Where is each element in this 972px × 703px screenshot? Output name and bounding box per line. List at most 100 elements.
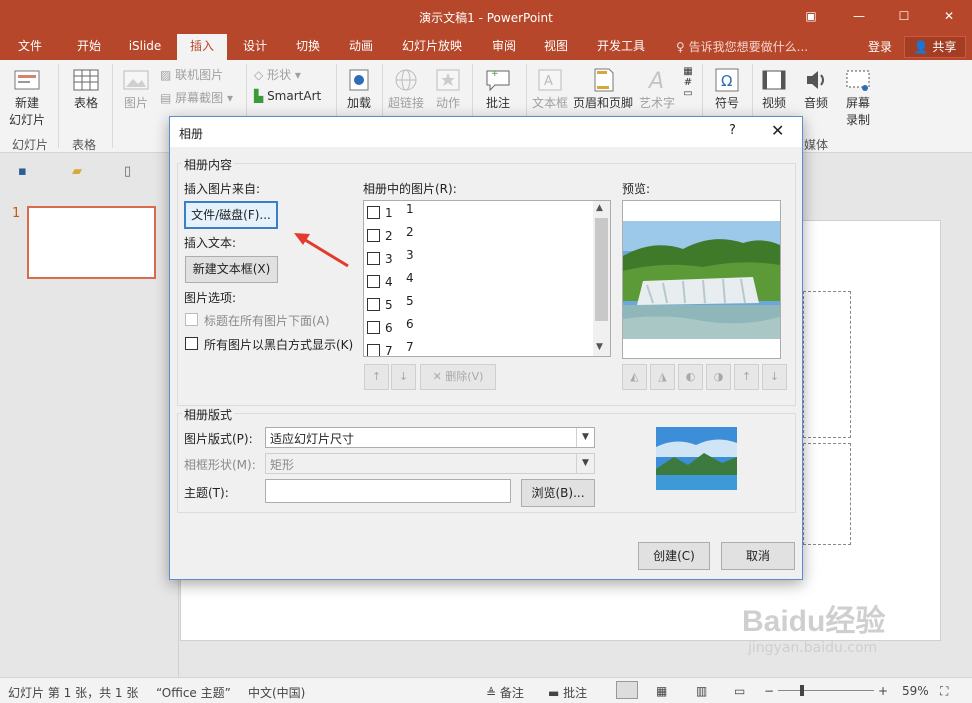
- tell-me-search[interactable]: ♀ 告诉我您想要做什么...: [676, 38, 808, 55]
- list-item-checkbox[interactable]: [367, 206, 380, 219]
- tab-slideshow[interactable]: 幻灯片放映: [394, 34, 470, 60]
- list-item-checkbox[interactable]: [367, 252, 380, 265]
- tab-home[interactable]: 开始: [64, 34, 114, 60]
- object-icon[interactable]: ▭: [680, 88, 696, 99]
- symbol-button[interactable]: Ω 符号: [708, 66, 746, 111]
- open-folder-icon[interactable]: ▰: [72, 164, 82, 179]
- comment-button[interactable]: + 批注: [476, 66, 520, 111]
- screenshot-button[interactable]: ▤ 屏幕截图 ▾: [160, 89, 233, 106]
- brightness-down-icon[interactable]: ↓: [762, 364, 787, 390]
- create-button[interactable]: 创建(C): [638, 542, 710, 570]
- slide-thumbnail[interactable]: [27, 206, 156, 279]
- login-link[interactable]: 登录: [868, 38, 892, 55]
- tab-animations[interactable]: 动画: [337, 34, 385, 60]
- move-up-button[interactable]: ↑: [364, 364, 389, 390]
- minimize-button[interactable]: —: [848, 6, 870, 26]
- tab-islide[interactable]: iSlide: [120, 34, 170, 60]
- maximize-button[interactable]: ☐: [893, 6, 915, 26]
- move-down-button[interactable]: ↓: [391, 364, 416, 390]
- list-item[interactable]: 4 4: [364, 270, 594, 293]
- list-item-checkbox[interactable]: [367, 229, 380, 242]
- list-item[interactable]: 1 1: [364, 201, 594, 224]
- slide-sorter-icon[interactable]: ▦: [656, 684, 667, 698]
- date-time-icon[interactable]: ▦: [680, 66, 696, 77]
- smartart-button[interactable]: ▙ SmartArt: [254, 89, 321, 103]
- list-item[interactable]: 5 5: [364, 293, 594, 316]
- textbox-button[interactable]: A 文本框: [530, 66, 570, 111]
- list-item-checkbox[interactable]: [367, 344, 380, 356]
- online-pictures-button[interactable]: ▨ 联机图片: [160, 66, 223, 83]
- close-window-button[interactable]: ✕: [938, 6, 960, 26]
- help-icon[interactable]: ?: [729, 123, 736, 138]
- file-disk-button[interactable]: 文件/磁盘(F)...: [184, 201, 278, 229]
- list-item[interactable]: 3 3: [364, 247, 594, 270]
- brightness-up-icon[interactable]: ↑: [734, 364, 759, 390]
- picture-layout-select[interactable]: 适应幻灯片尺寸 ▼: [265, 427, 595, 448]
- tab-file[interactable]: 文件: [6, 34, 54, 60]
- language-status[interactable]: 中文(中国): [248, 684, 305, 701]
- zoom-in-button[interactable]: +: [878, 684, 888, 698]
- tab-insert[interactable]: 插入: [177, 34, 227, 60]
- browse-button[interactable]: 浏览(B)...: [521, 479, 595, 507]
- save-icon[interactable]: ▪: [18, 164, 27, 179]
- scroll-down-icon[interactable]: ▼: [596, 342, 603, 352]
- black-white-checkbox[interactable]: [185, 337, 198, 350]
- zoom-slider-thumb[interactable]: [800, 685, 804, 696]
- new-slide-button[interactable]: 新建 幻灯片: [4, 66, 50, 128]
- screen-record-button[interactable]: 屏幕 录制: [838, 66, 878, 128]
- chevron-down-icon[interactable]: ▼: [576, 428, 594, 447]
- video-button[interactable]: 视频: [756, 66, 792, 111]
- rotate-left-icon[interactable]: ◭: [622, 364, 647, 390]
- title-placeholder[interactable]: [803, 291, 851, 438]
- cancel-button[interactable]: 取消: [721, 542, 795, 570]
- shapes-button[interactable]: ◇ 形状 ▾: [254, 66, 301, 83]
- tab-transitions[interactable]: 切换: [284, 34, 332, 60]
- zoom-level[interactable]: 59%: [902, 684, 929, 698]
- picture-button[interactable]: 图片: [118, 66, 154, 111]
- hyperlink-button[interactable]: 超链接: [386, 66, 426, 111]
- list-item[interactable]: 7 7: [364, 339, 594, 356]
- ribbon-display-options-icon[interactable]: ▣: [800, 6, 822, 26]
- list-item[interactable]: 6 6: [364, 316, 594, 339]
- tab-review[interactable]: 审阅: [480, 34, 528, 60]
- new-file-icon[interactable]: ▯: [124, 164, 131, 179]
- close-icon[interactable]: ✕: [771, 121, 784, 140]
- new-textbox-button[interactable]: 新建文本框(X): [185, 256, 278, 283]
- scrollbar-thumb[interactable]: [595, 218, 608, 321]
- listbox-scrollbar[interactable]: ▲ ▼: [593, 201, 610, 356]
- pictures-listbox[interactable]: 1 1 2 2 3 3 4 4 5 5 6 6 7 7 ▲ ▼: [363, 200, 611, 357]
- addins-button[interactable]: 加载: [340, 66, 378, 111]
- list-item-checkbox[interactable]: [367, 275, 380, 288]
- slide-number-icon[interactable]: #: [680, 77, 696, 88]
- comments-button[interactable]: ▬ 批注: [548, 684, 587, 701]
- audio-button[interactable]: 音频: [798, 66, 834, 111]
- share-button[interactable]: 👤 共享: [904, 36, 966, 58]
- zoom-slider[interactable]: [778, 690, 874, 691]
- reading-view-icon[interactable]: ▥: [696, 684, 707, 698]
- subtitle-placeholder[interactable]: [803, 443, 851, 545]
- frame-shape-select[interactable]: 矩形 ▼: [265, 453, 595, 474]
- captions-below-checkbox[interactable]: [185, 313, 198, 326]
- tab-design[interactable]: 设计: [231, 34, 279, 60]
- normal-view-icon[interactable]: [616, 681, 638, 699]
- table-button[interactable]: 表格: [66, 66, 106, 111]
- action-button[interactable]: 动作: [430, 66, 466, 111]
- notes-button[interactable]: ≜ 备注: [486, 684, 524, 701]
- remove-button[interactable]: ✕ 删除(V): [420, 364, 496, 390]
- theme-input[interactable]: [265, 479, 511, 503]
- tab-view[interactable]: 视图: [532, 34, 580, 60]
- header-footer-button[interactable]: 页眉和页脚: [572, 66, 634, 111]
- fit-to-window-icon[interactable]: ⛶: [940, 684, 948, 699]
- wordart-button[interactable]: A 艺术字: [636, 66, 678, 111]
- list-item-checkbox[interactable]: [367, 321, 380, 334]
- rotate-right-icon[interactable]: ◮: [650, 364, 675, 390]
- scroll-up-icon[interactable]: ▲: [596, 203, 603, 213]
- list-item[interactable]: 2 2: [364, 224, 594, 247]
- tab-developer[interactable]: 开发工具: [588, 34, 654, 60]
- contrast-down-icon[interactable]: ◑: [706, 364, 731, 390]
- contrast-up-icon[interactable]: ◐: [678, 364, 703, 390]
- list-item-checkbox[interactable]: [367, 298, 380, 311]
- slideshow-view-icon[interactable]: ▭: [734, 684, 745, 698]
- zoom-out-button[interactable]: −: [764, 684, 774, 698]
- chevron-down-icon[interactable]: ▼: [576, 454, 594, 473]
